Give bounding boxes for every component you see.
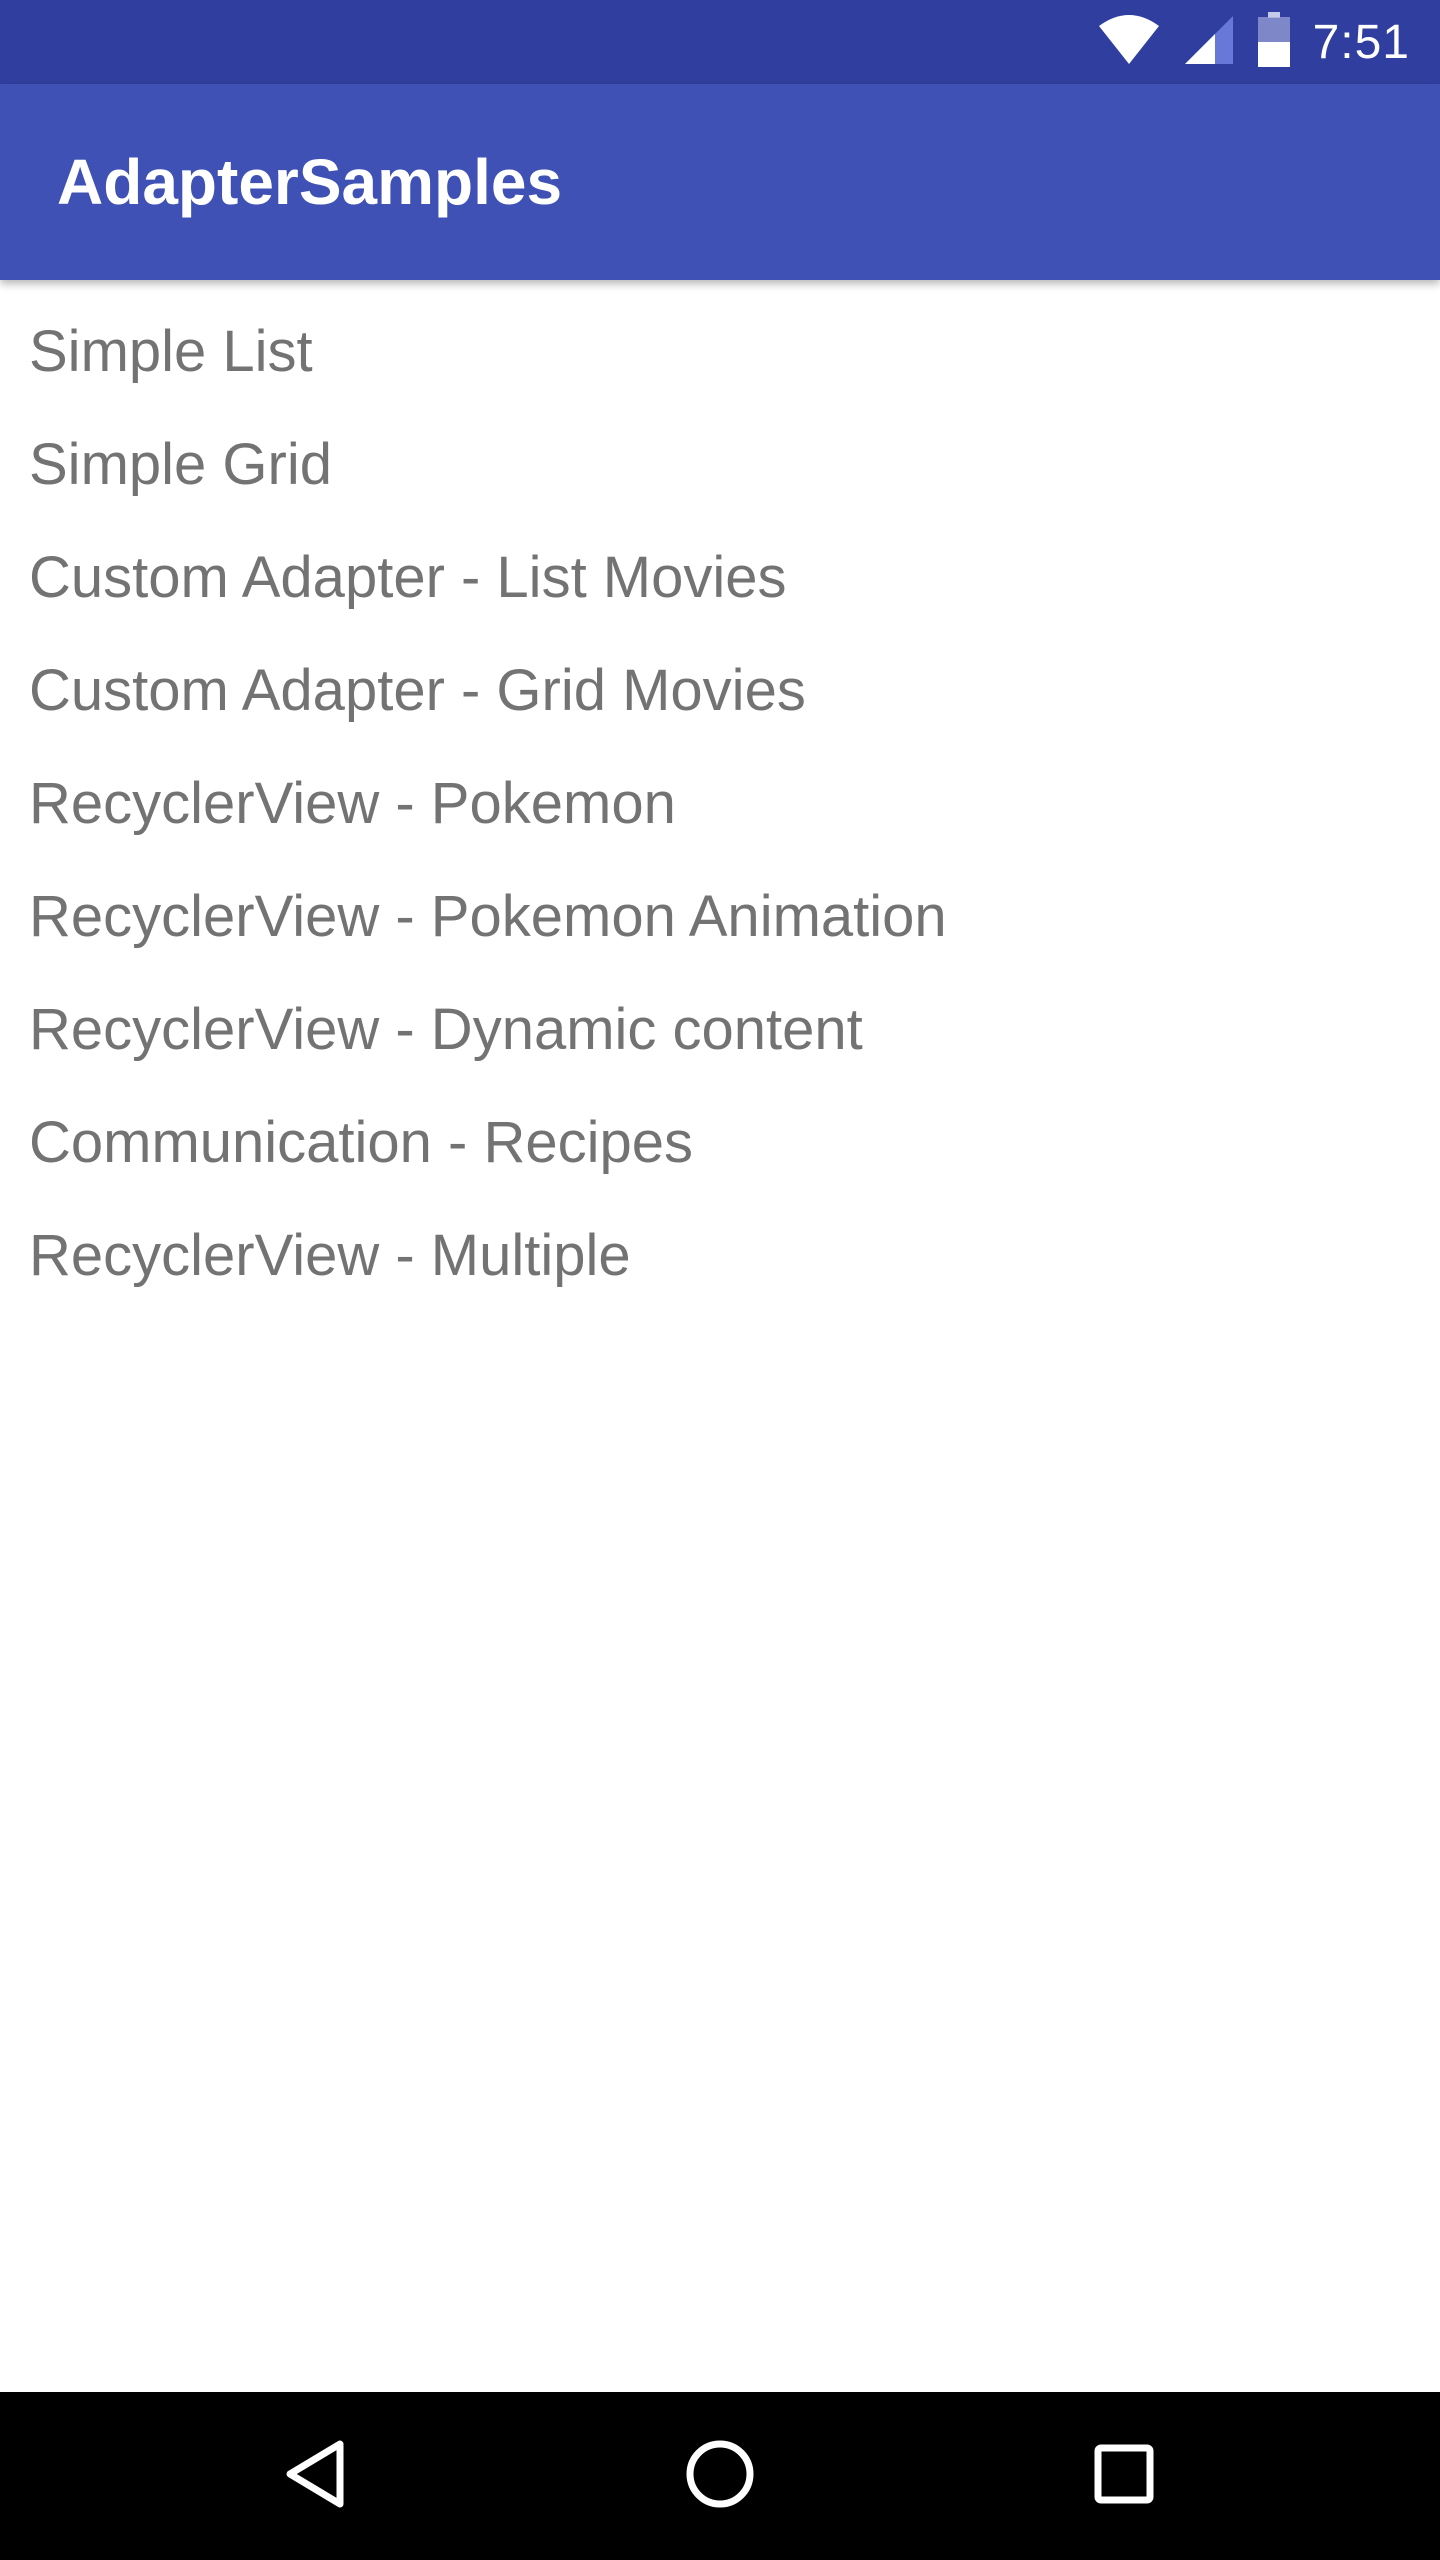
list-item-simple-grid[interactable]: Simple Grid: [0, 408, 1440, 521]
screen: 7:51 AdapterSamples Simple List Simple G…: [0, 0, 1440, 2560]
back-icon: [284, 2438, 348, 2515]
status-icons: 7:51: [1097, 0, 1410, 84]
wifi-icon: [1097, 14, 1161, 71]
list-item-recyclerview-dynamic-content[interactable]: RecyclerView - Dynamic content: [0, 973, 1440, 1086]
status-bar: 7:51: [0, 0, 1440, 84]
app-bar: AdapterSamples: [0, 84, 1440, 280]
list-item-custom-adapter-grid-movies[interactable]: Custom Adapter - Grid Movies: [0, 634, 1440, 747]
list-item-communication-recipes[interactable]: Communication - Recipes: [0, 1086, 1440, 1199]
home-icon: [685, 2439, 755, 2514]
battery-icon: [1257, 11, 1291, 73]
navigation-bar: [0, 2392, 1440, 2560]
status-time: 7:51: [1312, 15, 1410, 69]
app-title: AdapterSamples: [57, 146, 563, 218]
list-item-custom-adapter-list-movies[interactable]: Custom Adapter - List Movies: [0, 521, 1440, 634]
list-item-recyclerview-pokemon[interactable]: RecyclerView - Pokemon: [0, 747, 1440, 860]
sample-list: Simple List Simple Grid Custom Adapter -…: [0, 280, 1440, 1312]
home-button[interactable]: [636, 2392, 804, 2560]
recents-icon: [1094, 2444, 1154, 2509]
cellular-signal-icon: [1183, 14, 1235, 71]
list-item-simple-list[interactable]: Simple List: [0, 295, 1440, 408]
recents-button[interactable]: [1040, 2392, 1208, 2560]
list-item-recyclerview-pokemon-animation[interactable]: RecyclerView - Pokemon Animation: [0, 860, 1440, 973]
back-button[interactable]: [232, 2392, 400, 2560]
list-item-recyclerview-multiple[interactable]: RecyclerView - Multiple: [0, 1199, 1440, 1312]
